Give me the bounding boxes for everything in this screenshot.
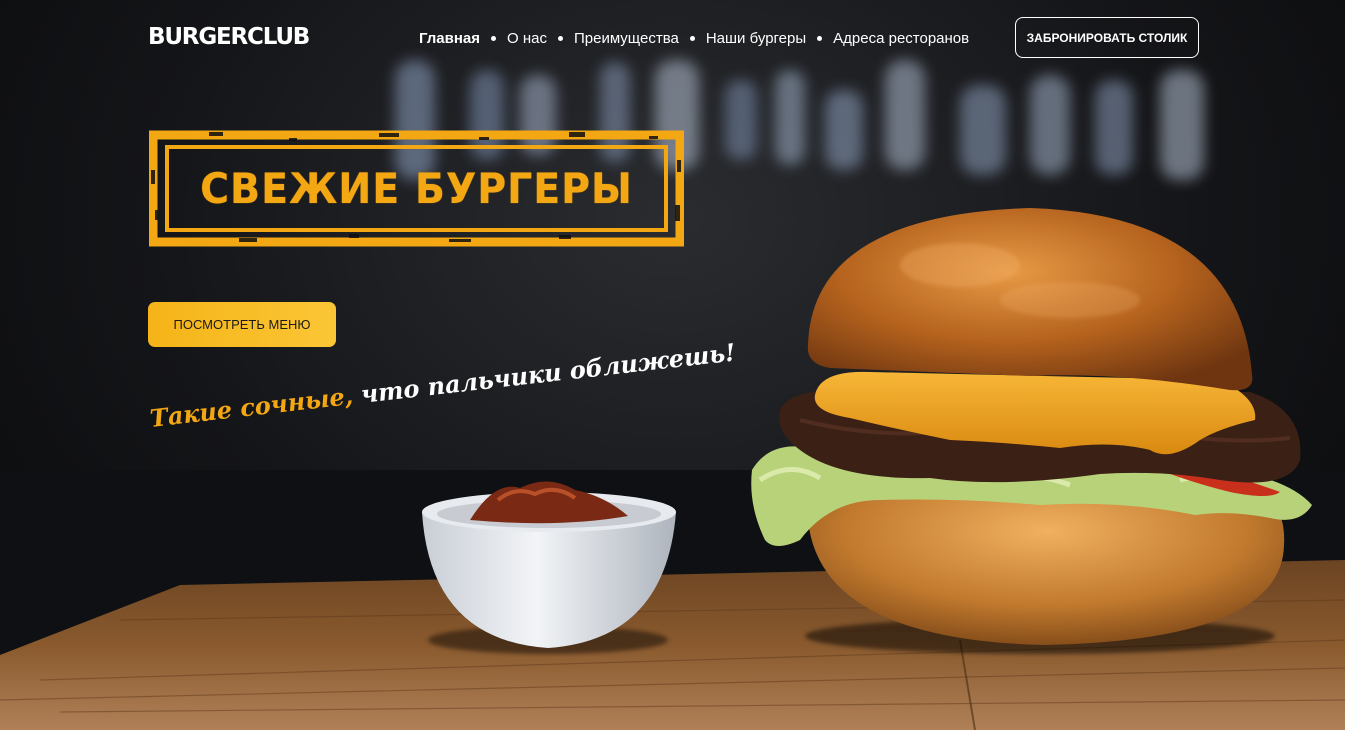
main-nav: Главная О нас Преимущества Наши бургеры … xyxy=(419,30,969,47)
book-table-button[interactable]: ЗАБРОНИРОВАТЬ СТОЛИК xyxy=(1015,17,1199,58)
nav-separator xyxy=(557,36,563,41)
nav-separator xyxy=(689,36,695,41)
nav-item-about[interactable]: О нас xyxy=(507,30,547,47)
nav-item-addresses[interactable]: Адреса ресторанов xyxy=(833,30,969,47)
hero-section: BURGERCLUB Главная О нас Преимущества На… xyxy=(0,0,1345,730)
nav-separator xyxy=(491,36,497,41)
headline: СВЕЖИЕ БУРГЕРЫ xyxy=(200,164,633,213)
headline-stamp: СВЕЖИЕ БУРГЕРЫ xyxy=(149,130,684,247)
nav-item-advantages[interactable]: Преимущества xyxy=(574,30,679,47)
nav-separator xyxy=(817,36,823,41)
nav-item-home[interactable]: Главная xyxy=(419,30,480,47)
nav-item-burgers[interactable]: Наши бургеры xyxy=(706,30,806,47)
logo[interactable]: BURGERCLUB xyxy=(148,24,310,50)
view-menu-button[interactable]: ПОСМОТРЕТЬ МЕНЮ xyxy=(148,302,336,347)
